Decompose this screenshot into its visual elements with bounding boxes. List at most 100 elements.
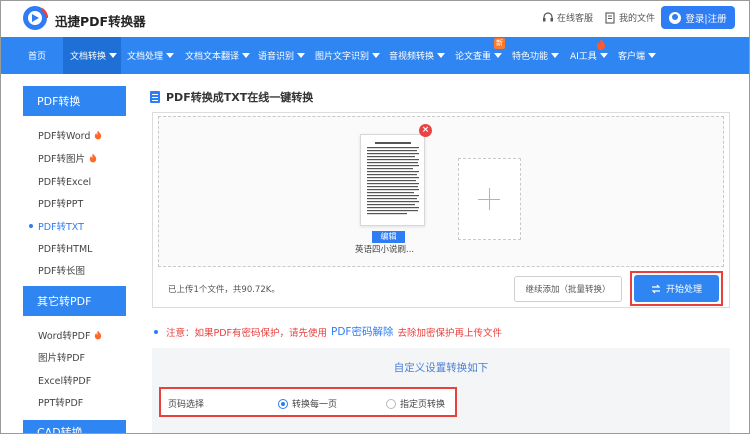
login-register-button[interactable]: 登录|注册 <box>661 6 735 29</box>
nav-label: 特色功能 <box>512 52 549 62</box>
swap-arrows-icon <box>651 284 661 293</box>
sidebar-item-label: PDF转长图 <box>38 266 86 277</box>
caret-down-icon <box>297 53 306 58</box>
sidebar-item-image-to-pdf[interactable]: 图片转PDF <box>38 350 85 364</box>
bullet-dot <box>154 329 158 334</box>
radio-checked-icon <box>278 398 288 409</box>
sidebar-item-pdf-to-long-image[interactable]: PDF转长图 <box>38 263 85 277</box>
page-title: PDF转换成TXT在线一键转换 <box>150 89 313 105</box>
sidebar-item-pdf-to-excel[interactable]: PDF转Excel <box>38 174 91 188</box>
sidebar-item-label: 图片转PDF <box>38 353 86 364</box>
password-notice: 注意：如果PDF有密码保护，请先使用 PDF密码解除 去除加密保护再上传文件 <box>154 324 502 339</box>
radio-every-page-label: 转换每一页 <box>292 400 338 410</box>
nav-item-features[interactable]: 特色功能 <box>512 37 560 74</box>
sidebar-item-label: PDF转HTML <box>38 244 93 255</box>
plus-icon-vertical <box>489 188 490 210</box>
flame-icon <box>95 330 102 340</box>
nav-label: 客户端 <box>618 52 646 62</box>
remove-file-icon[interactable]: × <box>419 124 432 137</box>
sidebar-item-pdf-to-html[interactable]: PDF转HTML <box>38 241 92 255</box>
continue-add-button[interactable]: 继续添加（批量转换） <box>514 276 622 302</box>
radio-specific-page[interactable]: 指定页转换 <box>386 397 445 410</box>
nav-label: 文档文本翻译 <box>185 52 240 62</box>
caret-down-icon <box>372 53 381 58</box>
radio-unchecked-icon <box>386 398 396 409</box>
caret-down-icon <box>437 53 446 58</box>
notice-prefix: 注意：如果PDF有密码保护，请先使用 <box>166 327 328 339</box>
start-process-button[interactable]: 开始处理 <box>634 275 719 302</box>
file-dropzone[interactable] <box>158 116 724 267</box>
headset-icon <box>543 11 553 21</box>
radio-specific-page-label: 指定页转换 <box>400 400 446 410</box>
caret-down-icon <box>648 53 657 58</box>
online-service-label: 在线客服 <box>557 14 594 24</box>
my-files-link[interactable]: 我的文件 <box>604 11 655 24</box>
page-title-text: PDF转换成TXT在线一键转换 <box>166 91 314 104</box>
nav-item-translate[interactable]: 文档文本翻译 <box>185 37 251 74</box>
nav-label: 图片文字识别 <box>315 52 370 62</box>
top-header: 迅捷PDF转换器 在线客服 我的文件 登录|注册 <box>0 0 750 37</box>
upload-status-text: 已上传1个文件，共90.72K。 <box>168 285 280 295</box>
file-name: 英语四小说刷... <box>355 245 415 255</box>
sidebar-item-label: PDF转Excel <box>38 177 92 188</box>
sidebar-item-label: Word转PDF <box>38 331 91 342</box>
sidebar-item-label: PDF转TXT <box>38 222 84 233</box>
sidebar-item-excel-to-pdf[interactable]: Excel转PDF <box>38 373 91 387</box>
sidebar-item-label: PDF转Word <box>38 131 91 142</box>
new-badge: 新 <box>494 38 505 49</box>
start-process-label: 开始处理 <box>665 285 702 295</box>
settings-title: 自定义设置转换如下 <box>393 362 489 374</box>
radio-every-page[interactable]: 转换每一页 <box>278 397 337 410</box>
nav-item-home[interactable]: 首页 <box>28 37 46 74</box>
sidebar-heading-other: 其它转PDF <box>23 286 126 316</box>
file-thumbnail[interactable] <box>360 134 425 226</box>
sidebar-item-word-to-pdf[interactable]: Word转PDF <box>38 328 102 342</box>
nav-label: 文档转换 <box>70 52 107 62</box>
flame-icon <box>95 130 102 140</box>
file-icon <box>605 11 615 24</box>
caret-down-icon <box>599 53 608 58</box>
nav-item-client[interactable]: 客户端 <box>618 37 657 74</box>
nav-label: 首页 <box>28 52 47 62</box>
nav-label: 语音识别 <box>258 52 295 62</box>
document-preview-icon <box>367 142 419 215</box>
flame-icon <box>89 153 97 163</box>
caret-down-icon <box>242 53 251 58</box>
nav-item-ocr[interactable]: 图片文字识别 <box>315 37 381 74</box>
caret-down-icon <box>166 53 175 58</box>
caret-down-icon <box>494 53 503 58</box>
my-files-label: 我的文件 <box>619 14 656 24</box>
caret-down-icon <box>109 53 118 58</box>
main-nav: 首页 文档转换 文档处理 文档文本翻译 语音识别 图片文字识别 音视频转换 论文… <box>0 37 750 74</box>
nav-item-document-process[interactable]: 文档处理 <box>127 37 175 74</box>
nav-item-speech[interactable]: 语音识别 <box>258 37 306 74</box>
sidebar-heading-pdf: PDF转换 <box>23 86 126 116</box>
sidebar-item-ppt-to-pdf[interactable]: PPT转PDF <box>38 395 83 409</box>
logo-icon[interactable] <box>22 5 48 31</box>
caret-down-icon <box>551 53 560 58</box>
sidebar-heading-cad: CAD转换 <box>23 420 126 434</box>
pdf-unlock-link[interactable]: PDF密码解除 <box>331 324 393 339</box>
user-avatar-icon <box>669 11 682 24</box>
nav-label: 论文查重 <box>455 52 492 62</box>
sidebar-item-pdf-to-ppt[interactable]: PDF转PPT <box>38 196 83 210</box>
sidebar-item-pdf-to-image[interactable]: PDF转图片 <box>38 151 97 165</box>
sidebar-item-pdf-to-word[interactable]: PDF转Word <box>38 128 102 142</box>
nav-label: AI工具 <box>570 52 597 62</box>
online-service-link[interactable]: 在线客服 <box>542 11 593 24</box>
nav-label: 文档处理 <box>127 52 164 62</box>
sidebar-item-pdf-to-txt[interactable]: PDF转TXT <box>29 219 84 233</box>
sidebar-item-label: PDF转图片 <box>38 154 86 165</box>
sidebar-item-label: PPT转PDF <box>38 398 84 409</box>
sidebar-item-label: PDF转PPT <box>38 199 84 210</box>
logo-text[interactable]: 迅捷PDF转换器 <box>55 11 146 30</box>
nav-label: 音视频转换 <box>389 52 435 62</box>
nav-item-av-convert[interactable]: 音视频转换 <box>389 37 446 74</box>
nav-item-document-convert[interactable]: 文档转换 <box>63 37 121 74</box>
flame-icon <box>597 39 605 50</box>
document-icon <box>150 91 160 103</box>
edit-file-button[interactable]: 编辑 <box>372 231 405 243</box>
login-register-label: 登录|注册 <box>685 13 727 25</box>
page-select-label: 页码选择 <box>168 400 205 410</box>
sidebar-item-label: Excel转PDF <box>38 376 92 387</box>
